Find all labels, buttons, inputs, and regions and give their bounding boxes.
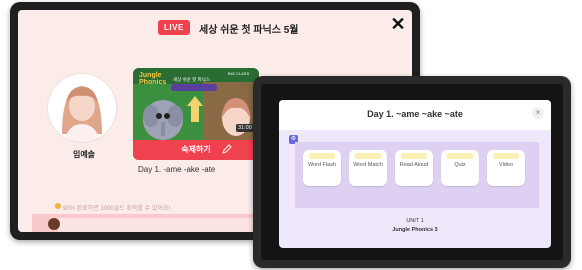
activity-label: Word Match: [353, 162, 383, 168]
unit-label: UNIT 1: [406, 218, 424, 224]
lesson-day-label: Day 1. -ame -ake -ate: [138, 165, 216, 174]
coin-icon: [55, 203, 61, 209]
activity-chip: [493, 153, 519, 159]
activity-chip: [309, 153, 335, 159]
teacher-avatar: [48, 74, 116, 142]
activity-label: Read Aloud: [399, 162, 429, 168]
teacher-avatar-image: [48, 74, 116, 142]
book-title: Jungle Phonics 3: [392, 227, 438, 233]
homework-day-title: Day 1. ~ame ~ake ~ate: [367, 109, 463, 119]
activity-video[interactable]: Video: [487, 150, 525, 186]
activity-word-match[interactable]: Word Match: [349, 150, 387, 186]
activity-label: Video: [499, 162, 513, 168]
activity-chip: [355, 153, 381, 159]
homework-button[interactable]: 숙제하기: [133, 140, 259, 160]
activity-label: Quiz: [454, 162, 466, 168]
activity-chip: [447, 153, 473, 159]
tablet-frame-front: Day 1. ~ame ~ake ~ate × ⚙ Word Flash Wor…: [253, 76, 571, 268]
activity-chip: [401, 153, 427, 159]
homework-panel: Day 1. ~ame ~ake ~ate × ⚙ Word Flash Wor…: [279, 100, 551, 248]
thumbnail-brand: BIG CLASS: [228, 71, 250, 76]
gold-reward-notice: 90% 완료하면 3000골드 획득할 수 있어요!: [63, 206, 171, 212]
activity-quiz[interactable]: Quiz: [441, 150, 479, 186]
thumbnail-logo: Jungle Phonics: [139, 72, 167, 86]
thumbnail-banner: 세상 쉬운 첫 파닉스: [173, 77, 210, 82]
teacher-name: 임예솔: [72, 150, 96, 159]
activity-read-aloud[interactable]: Read Aloud: [395, 150, 433, 186]
homework-screen: Day 1. ~ame ~ake ~ate × ⚙ Word Flash Wor…: [261, 84, 563, 260]
activity-word-flash[interactable]: Word Flash: [303, 150, 341, 186]
pencil-icon: [222, 144, 232, 154]
close-icon[interactable]: ✕: [389, 15, 407, 33]
close-icon[interactable]: ×: [532, 107, 544, 119]
video-duration: 31:00: [236, 124, 254, 132]
student-avatar-icon: [48, 218, 60, 230]
homework-button-label: 숙제하기: [181, 145, 211, 154]
live-badge: LIVE: [158, 20, 190, 35]
activity-label: Word Flash: [307, 162, 337, 168]
class-title: 세상 쉬운 첫 파닉스 5월: [199, 25, 299, 36]
